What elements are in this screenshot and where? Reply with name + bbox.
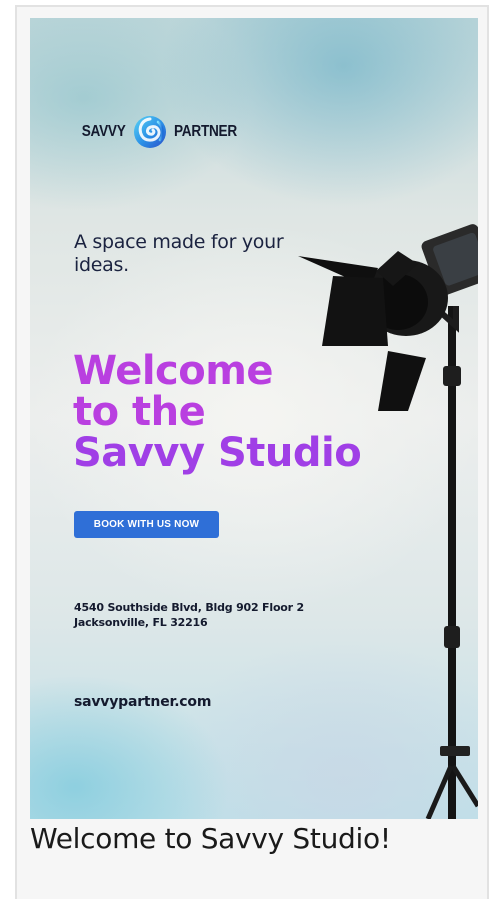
promo-poster: SAVVY PARTNER A space made for your idea… (30, 18, 478, 819)
brand-logo: SAVVY PARTNER (74, 115, 248, 149)
logo-word-left: SAVVY (81, 123, 126, 140)
savvy-partner-swirl-icon (133, 116, 166, 148)
image-caption: Welcome to Savvy Studio! (30, 822, 391, 855)
book-with-us-button[interactable]: BOOK WITH US NOW (74, 511, 219, 538)
logo-word-right: PARTNER (173, 123, 237, 140)
website-link[interactable]: savvypartner.com (74, 694, 211, 710)
studio-light-icon (298, 224, 478, 819)
